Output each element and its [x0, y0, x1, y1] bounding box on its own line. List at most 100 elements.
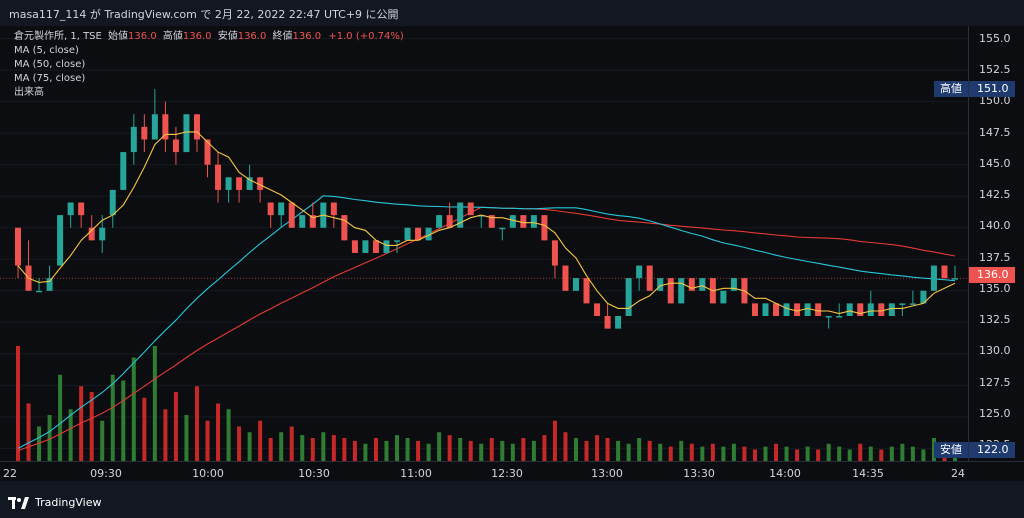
volume-bar [426, 443, 431, 461]
volume-bar [163, 409, 168, 461]
candle-body [794, 303, 801, 316]
candle-body [594, 303, 601, 316]
symbol-label[interactable]: 倉元製作所, 1, TSE [14, 31, 102, 42]
volume-bar [216, 403, 221, 461]
candle-body [446, 215, 453, 228]
brand-label: TradingView [35, 496, 102, 509]
volume-bar [542, 435, 547, 461]
x-tick: 14:35 [852, 467, 884, 480]
volume-bar [331, 435, 336, 461]
volume-bar [310, 438, 315, 461]
volume-bar [531, 440, 536, 461]
y-tick: 135.0 [979, 282, 1011, 295]
volume-bar [184, 415, 189, 461]
candle-body [57, 215, 64, 266]
volume-bar [616, 440, 621, 461]
volume-bar [110, 374, 115, 461]
candle-body [204, 139, 211, 165]
time-axis[interactable]: 22 09:30 10:00 10:30 11:00 12:30 13:00 1… [0, 461, 1024, 482]
y-tick: 152.5 [979, 63, 1011, 76]
candle-body [67, 202, 74, 216]
y-tick: 127.5 [979, 376, 1011, 389]
volume-bar [258, 420, 263, 461]
candle-body [720, 290, 727, 304]
y-tick: 147.5 [979, 126, 1011, 139]
candle-body [583, 278, 590, 304]
volume-bar [89, 392, 94, 461]
legend-ma75[interactable]: MA (75, close) [14, 72, 404, 86]
x-tick: 22 [3, 467, 17, 480]
volume-bar [868, 446, 873, 461]
x-tick: 24 [951, 467, 965, 480]
candle-body [636, 265, 643, 279]
volume-bar [679, 440, 684, 461]
candle-body [436, 215, 443, 228]
candle-body [625, 278, 632, 316]
publish-caption: masa117_114 が TradingView.com で 2月 22, 2… [9, 8, 399, 21]
candle-body [836, 316, 843, 318]
volume-bar [121, 380, 126, 461]
x-tick: 10:00 [192, 467, 224, 480]
volume-bar [626, 443, 631, 461]
tradingview-logo[interactable]: TradingView [8, 496, 101, 509]
candle-body [878, 303, 885, 316]
volume-bar [816, 449, 821, 461]
candle-body [372, 240, 379, 253]
candle-body [657, 278, 664, 291]
x-tick: 11:00 [400, 467, 432, 480]
volume-bar [521, 438, 526, 461]
candle-body [825, 316, 832, 318]
candle-body [773, 303, 780, 316]
candle-body [509, 215, 516, 228]
volume-bar [921, 449, 926, 461]
candle-body [909, 303, 916, 305]
volume-bar [605, 438, 610, 461]
price-axis[interactable]: 155.0 152.5 150.0 147.5 145.0 142.5 140.… [968, 26, 1024, 461]
candle-body [183, 114, 190, 153]
candle-body [36, 290, 43, 293]
volume-bar [468, 440, 473, 461]
legend-ma5[interactable]: MA (5, close) [14, 44, 404, 58]
open-label: 始値 [108, 31, 129, 42]
legend-ma50[interactable]: MA (50, close) [14, 58, 404, 72]
y-tick: 155.0 [979, 32, 1011, 45]
volume-bar [405, 438, 410, 461]
candle-body [46, 278, 53, 291]
candle-body [899, 303, 906, 305]
candle-body [857, 303, 864, 316]
volume-bar [700, 446, 705, 461]
candle-body [867, 303, 874, 316]
ma75-line [17, 206, 956, 452]
candle-body [804, 303, 811, 316]
volume-bar [510, 443, 515, 461]
volume-bar [437, 432, 442, 461]
volume-bar [173, 392, 178, 461]
candle-body [193, 114, 200, 140]
volume-bar [321, 432, 326, 461]
open-value: 136.0 [128, 31, 157, 42]
candle-body [278, 202, 285, 216]
candle-body [541, 215, 548, 241]
low-label: 安値 [217, 31, 238, 42]
volume-bar [247, 432, 252, 461]
change-value: +1.0 (+0.74%) [328, 31, 404, 42]
volume-bar [784, 446, 789, 461]
volume-bar [584, 440, 589, 461]
volume-bar [595, 435, 600, 461]
volume-bar [710, 443, 715, 461]
high-value: 136.0 [182, 31, 212, 42]
publish-caption-bar: masa117_114 が TradingView.com で 2月 22, 2… [0, 0, 1024, 26]
high-tag: 高値 [934, 81, 968, 97]
candle-body [783, 303, 790, 316]
candle-body [699, 278, 706, 291]
x-tick: 12:30 [491, 467, 523, 480]
candle-body [120, 152, 127, 190]
volume-bar [689, 443, 694, 461]
legend-volume[interactable]: 出来高 [14, 86, 404, 100]
candle-body [383, 240, 390, 253]
candle-body [288, 202, 295, 228]
candle-body [299, 215, 306, 228]
candle-body [572, 278, 579, 291]
candle-body [499, 227, 506, 230]
volume-bar [774, 443, 779, 461]
